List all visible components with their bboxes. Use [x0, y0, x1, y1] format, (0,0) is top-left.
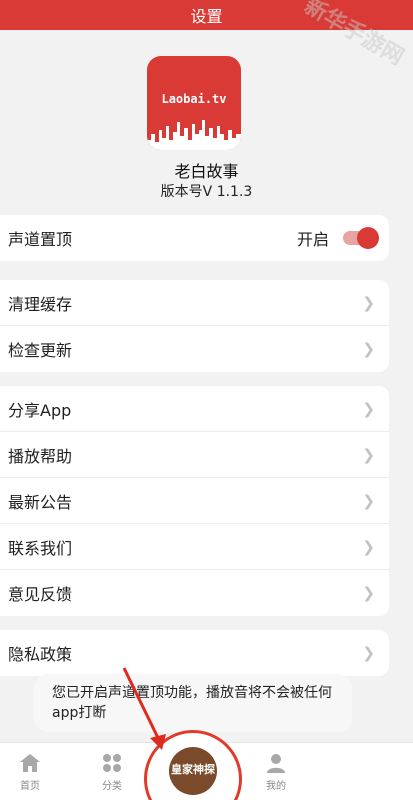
privacy-policy-row[interactable]: 隐私政策 ❯: [0, 630, 389, 676]
chevron-right-icon: ❯: [362, 584, 375, 602]
home-icon: [20, 754, 40, 772]
check-update-row[interactable]: 检查更新 ❯: [0, 326, 389, 372]
tab-home[interactable]: 首页: [0, 753, 60, 792]
channel-top-status: 开启: [296, 230, 329, 249]
share-app-row[interactable]: 分享App ❯: [0, 386, 389, 432]
chevron-right-icon: ❯: [362, 293, 375, 312]
tab-profile-label: 我的: [266, 781, 286, 792]
contact-us-label: 联系我们: [8, 538, 73, 558]
settings-group-audio: 声道置顶 开启: [0, 215, 389, 261]
chevron-right-icon: ❯: [362, 491, 375, 510]
settings-group-privacy: 隐私政策 ❯: [0, 630, 389, 676]
app-name: 老白故事: [174, 162, 239, 181]
album-title: 皇家神探: [171, 763, 215, 776]
category-icon: [103, 754, 121, 772]
channel-top-label: 声道置顶: [8, 230, 73, 249]
album-cover: 皇家神探: [169, 747, 217, 795]
feedback-row[interactable]: 意见反馈 ❯: [0, 570, 389, 616]
announcement-label: 最新公告: [8, 492, 73, 512]
chevron-right-icon: ❯: [362, 644, 375, 662]
settings-group-info: 分享App ❯ 播放帮助 ❯ 最新公告 ❯ 联系我们 ❯ 意见反馈 ❯: [0, 386, 389, 616]
profile-icon: [267, 754, 285, 773]
check-update-label: 检查更新: [8, 341, 73, 360]
feedback-label: 意见反馈: [8, 585, 73, 604]
now-playing-button[interactable]: 皇家神探: [144, 730, 242, 800]
city-skyline-icon: [147, 120, 241, 150]
channel-top-toggle[interactable]: [343, 227, 379, 249]
share-app-label: 分享App: [8, 400, 72, 420]
chevron-right-icon: ❯: [362, 445, 375, 464]
play-help-label: 播放帮助: [8, 446, 73, 466]
toast-message: 您已开启声道置顶功能，播放音将不会被任何app打断: [34, 674, 352, 732]
privacy-policy-label: 隐私政策: [8, 645, 73, 664]
tab-home-label: 首页: [20, 781, 40, 792]
chevron-right-icon: ❯: [362, 399, 375, 418]
app-logo-text: Laobai.tv: [161, 92, 227, 106]
tab-category[interactable]: 分类: [82, 753, 142, 792]
announcement-row[interactable]: 最新公告 ❯: [0, 478, 389, 524]
clear-cache-row[interactable]: 清理缓存 ❯: [0, 280, 389, 326]
contact-us-row[interactable]: 联系我们 ❯: [0, 524, 389, 570]
chevron-right-icon: ❯: [362, 340, 375, 358]
tab-profile[interactable]: 我的: [246, 753, 306, 792]
page-title: 设置: [190, 7, 223, 26]
tab-category-label: 分类: [102, 781, 122, 792]
app-logo: Laobai.tv: [147, 56, 241, 150]
app-version: 版本号V 1.1.3: [160, 184, 253, 200]
settings-group-maintenance: 清理缓存 ❯ 检查更新 ❯: [0, 280, 389, 372]
channel-top-row: 声道置顶 开启: [0, 215, 389, 261]
chevron-right-icon: ❯: [362, 537, 375, 556]
play-help-row[interactable]: 播放帮助 ❯: [0, 432, 389, 478]
clear-cache-label: 清理缓存: [8, 294, 73, 314]
